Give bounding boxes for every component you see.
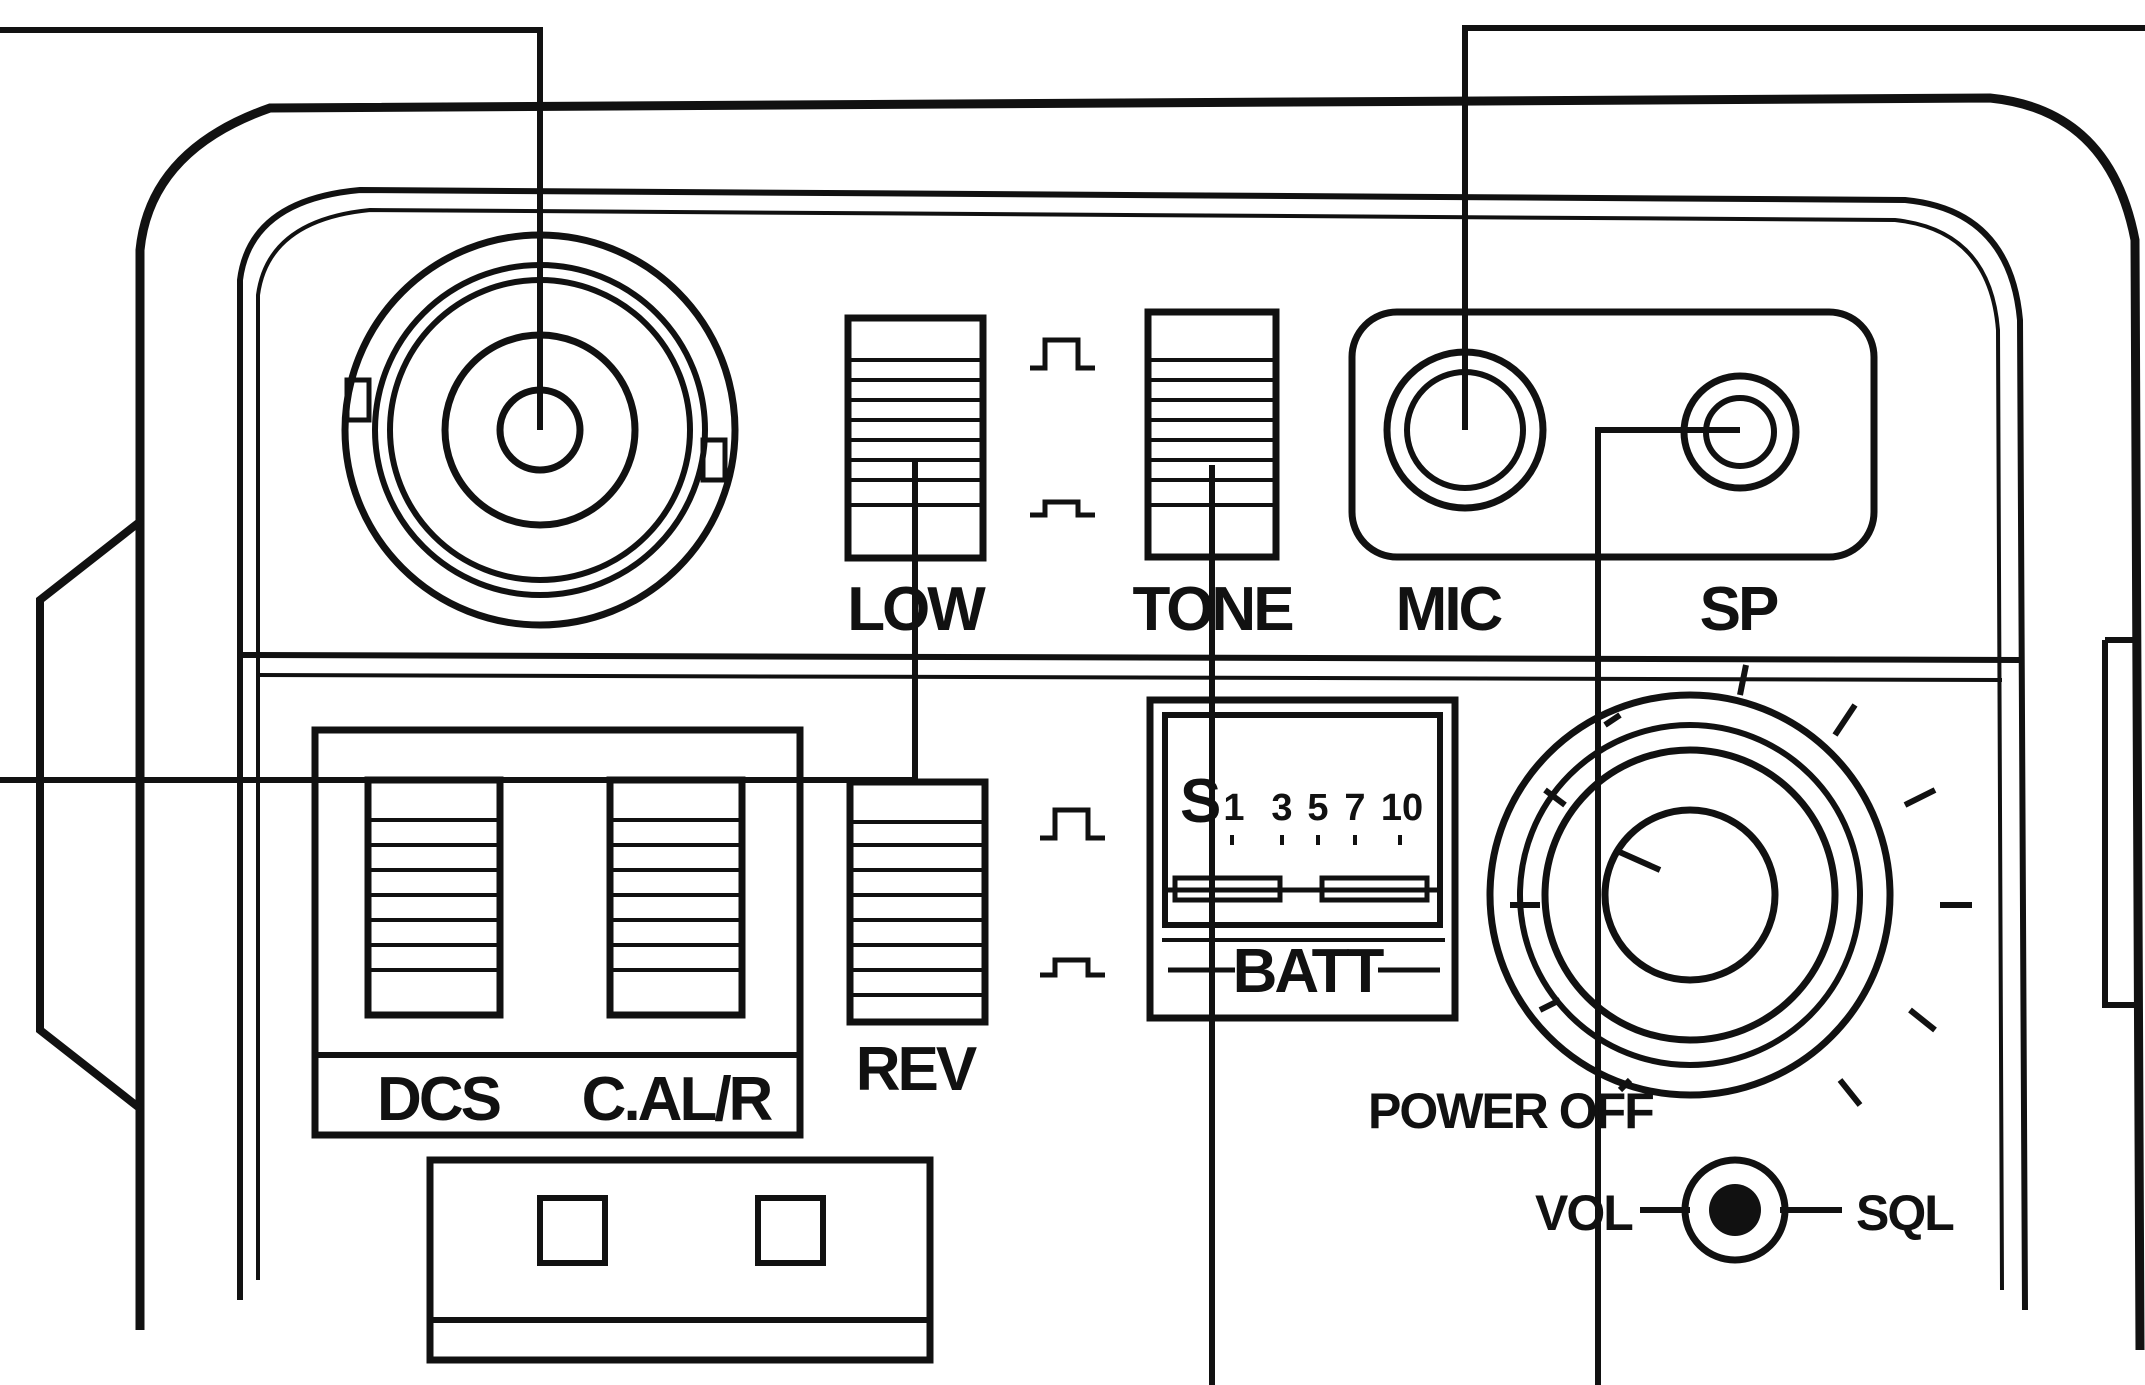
sql-label: SQL bbox=[1856, 1185, 1953, 1241]
switch-up-position-icon bbox=[1030, 337, 1095, 371]
radio-top-panel-diagram: LOW TONE MIC SP DCS C.AL/R REV S 1 3 5 7… bbox=[0, 25, 2145, 1385]
dcs-switch[interactable] bbox=[364, 776, 504, 1019]
radio-body bbox=[36, 93, 2145, 1351]
meter-scale-10: 10 bbox=[1381, 787, 1423, 829]
meter-scale-7: 7 bbox=[1344, 787, 1365, 829]
low-label: LOW bbox=[847, 575, 986, 644]
sp-label: SP bbox=[1700, 575, 1778, 644]
meter-s-label: S bbox=[1180, 767, 1219, 836]
vol-sql-knob[interactable] bbox=[1640, 1156, 1842, 1264]
rev-label: REV bbox=[856, 1035, 977, 1104]
tone-label: TONE bbox=[1132, 575, 1292, 644]
power-volume-knob[interactable] bbox=[1486, 664, 1972, 1107]
mic-label: MIC bbox=[1396, 575, 1503, 644]
callout-lines bbox=[0, 25, 2145, 1385]
battery-latch[interactable] bbox=[426, 1156, 934, 1364]
meter-scale-1: 1 bbox=[1223, 787, 1244, 829]
vol-label: VOL bbox=[1535, 1185, 1632, 1241]
switch-down-position-icon bbox=[1040, 957, 1105, 978]
cal-label: C.AL/R bbox=[582, 1065, 773, 1134]
meter-scale-3: 3 bbox=[1271, 787, 1292, 829]
power-off-label: POWER OFF bbox=[1368, 1083, 1653, 1139]
rev-switch[interactable] bbox=[846, 778, 989, 1026]
switch-up-position-icon bbox=[1040, 807, 1105, 841]
dcs-label: DCS bbox=[377, 1065, 500, 1134]
switch-down-position-icon bbox=[1030, 499, 1095, 518]
meter-batt-label: BATT bbox=[1233, 937, 1385, 1006]
meter-scale-5: 5 bbox=[1307, 787, 1328, 829]
cal-switch[interactable] bbox=[606, 776, 746, 1019]
side-clip bbox=[36, 516, 145, 1114]
